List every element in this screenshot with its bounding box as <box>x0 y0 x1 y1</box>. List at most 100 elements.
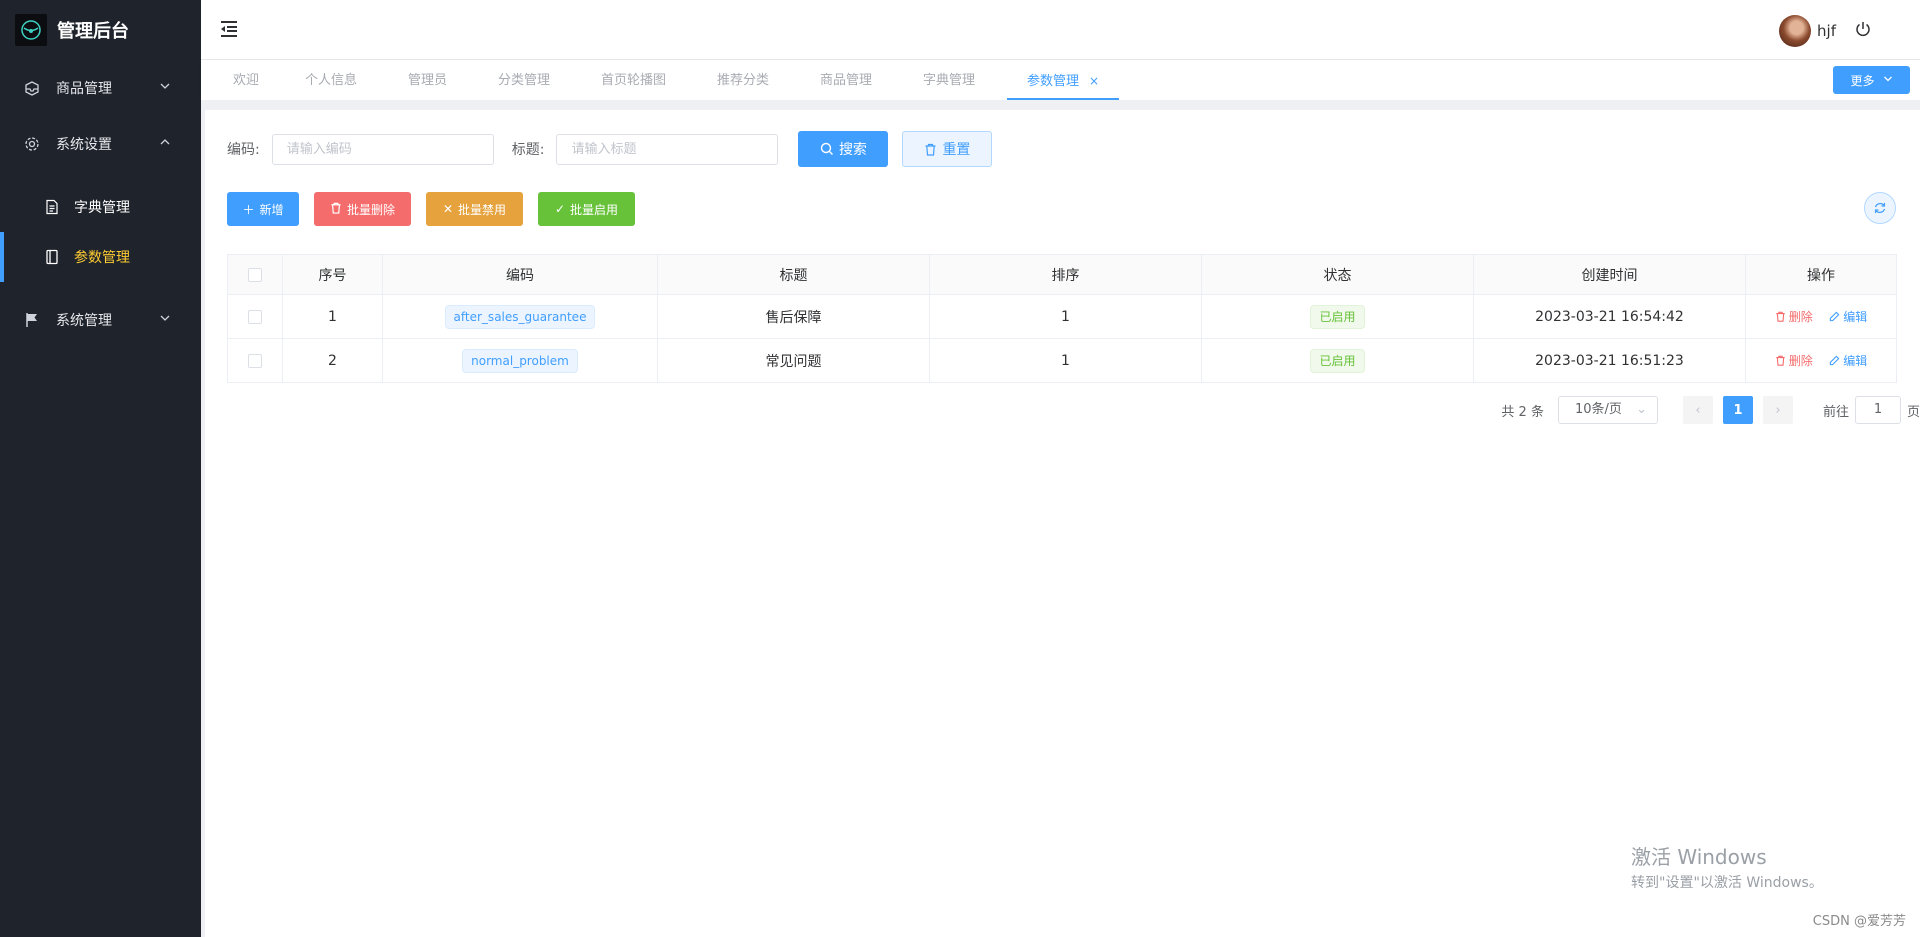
logo-icon <box>15 14 47 46</box>
title-label: 标题: <box>511 142 545 158</box>
table-header-row: 序号 编码 标题 排序 状态 创建时间 操作 <box>227 254 1897 295</box>
column-header: 状态 <box>1201 254 1474 295</box>
cell-created: 2023-03-21 16:51:23 <box>1473 338 1746 383</box>
tab-profile[interactable]: 个人信息 <box>305 60 357 100</box>
main-content: 编码: 请输入编码 标题: 请输入标题 搜索 重置 ＋ 新增 批量删除 ✕ 批量禁用… <box>201 110 1920 937</box>
table-row: 1 after_sales_guarantee 售后保障 1 已启用 2023-… <box>227 294 1897 339</box>
delete-label: 删除 <box>1788 309 1813 324</box>
code-input[interactable]: 请输入编码 <box>271 133 494 165</box>
cell-created: 2023-03-21 16:54:42 <box>1473 294 1746 339</box>
delete-button[interactable]: 删除 <box>1775 352 1813 369</box>
delete-label: 删除 <box>1788 353 1813 368</box>
chevron-down-icon <box>159 312 171 328</box>
batch-disable-label: 批量禁用 <box>458 202 507 217</box>
next-page-button[interactable]: › <box>1762 396 1793 424</box>
code-tag: normal_problem <box>462 348 578 373</box>
user-menu[interactable]: hjf <box>1779 15 1836 47</box>
username[interactable]: hjf <box>1817 22 1836 40</box>
table-row: 2 normal_problem 常见问题 1 已启用 2023-03-21 1… <box>227 338 1897 383</box>
tab-admin[interactable]: 管理员 <box>408 60 447 100</box>
tab-welcome[interactable]: 欢迎 <box>233 60 259 100</box>
tab-category[interactable]: 分类管理 <box>498 60 550 100</box>
edit-icon <box>1830 311 1840 321</box>
pagination-total: 共 2 条 <box>1501 404 1544 420</box>
sidebar: 管理后台 商品管理 系统设置 字典管理 参数管理 系统管理 <box>0 0 201 937</box>
search-form: 编码: 请输入编码 标题: 请输入标题 搜索 重置 <box>227 131 993 167</box>
toolbar: ＋ 新增 批量删除 ✕ 批量禁用 ✓ 批量启用 <box>227 192 650 226</box>
reset-button[interactable]: 重置 <box>902 131 993 167</box>
windows-activation-watermark: 激活 Windows 转到"设置"以激活 Windows。 <box>1631 841 1823 892</box>
chevron-left-icon: ‹ <box>1695 402 1701 418</box>
sidebar-item-system-management[interactable]: 系统管理 <box>0 292 201 348</box>
select-all-checkbox[interactable] <box>248 267 262 282</box>
row-checkbox[interactable] <box>248 309 262 324</box>
watermark-subtitle: 转到"设置"以激活 Windows。 <box>1631 875 1823 891</box>
cell-actions: 删除 编辑 <box>1745 294 1897 339</box>
plus-icon: ＋ <box>242 202 255 217</box>
page-size-select[interactable]: 10条/页 ⌄ <box>1557 396 1658 424</box>
column-header: 标题 <box>657 254 930 295</box>
search-icon <box>820 142 833 155</box>
more-button[interactable]: 更多 <box>1833 66 1910 94</box>
cell-title: 售后保障 <box>657 294 930 339</box>
sidebar-subitem-label: 字典管理 <box>74 200 130 216</box>
sidebar-item-system-settings[interactable]: 系统设置 <box>0 116 201 172</box>
cell-code: normal_problem <box>382 338 658 383</box>
prev-page-button[interactable]: ‹ <box>1682 396 1713 424</box>
submenu-system-settings: 字典管理 参数管理 <box>0 172 201 292</box>
batch-enable-button[interactable]: ✓ 批量启用 <box>538 192 635 226</box>
delete-button[interactable]: 删除 <box>1775 308 1813 325</box>
collapse-menu-icon[interactable] <box>219 19 239 39</box>
check-icon: ✓ <box>554 202 566 216</box>
more-label: 更多 <box>1850 73 1875 88</box>
edit-button[interactable]: 编辑 <box>1829 308 1867 325</box>
tab-goods[interactable]: 商品管理 <box>820 60 872 100</box>
edit-label: 编辑 <box>1843 309 1868 324</box>
avatar[interactable] <box>1779 15 1812 47</box>
sidebar-item-label: 系统设置 <box>56 137 112 153</box>
flag-icon <box>24 312 40 328</box>
page-number[interactable]: 1 <box>1722 396 1753 424</box>
csdn-watermark: CSDN @爱芳芳 <box>1812 914 1906 929</box>
cell-title: 常见问题 <box>657 338 930 383</box>
chevron-down-icon <box>159 80 171 96</box>
tab-carousel[interactable]: 首页轮播图 <box>601 60 666 100</box>
batch-delete-button[interactable]: 批量删除 <box>314 192 411 226</box>
batch-enable-label: 批量启用 <box>570 202 619 217</box>
sidebar-subitem-params[interactable]: 参数管理 <box>0 232 201 282</box>
search-button[interactable]: 搜索 <box>798 131 889 167</box>
sidebar-item-goods[interactable]: 商品管理 <box>0 60 201 116</box>
tab-label: 参数管理 <box>1027 74 1080 89</box>
code-tag: after_sales_guarantee <box>444 304 596 329</box>
box-icon <box>24 80 40 96</box>
batch-delete-label: 批量删除 <box>346 202 395 217</box>
row-checkbox[interactable] <box>248 353 262 368</box>
logo-area[interactable]: 管理后台 <box>0 0 201 60</box>
sidebar-item-label: 系统管理 <box>56 313 112 329</box>
status-badge: 已启用 <box>1310 304 1365 329</box>
trash-icon <box>330 202 342 217</box>
close-icon[interactable]: × <box>1089 74 1099 88</box>
chevron-up-icon <box>159 136 171 152</box>
goto-suffix: 页 <box>1906 404 1920 420</box>
cell-status: 已启用 <box>1201 294 1474 339</box>
gear-icon <box>24 136 40 152</box>
goto-prefix: 前往 <box>1822 404 1849 420</box>
tab-recommend[interactable]: 推荐分类 <box>717 60 769 100</box>
goto-input[interactable]: 1 <box>1854 396 1901 424</box>
add-button[interactable]: ＋ 新增 <box>227 192 299 226</box>
tab-params[interactable]: 参数管理 × <box>1007 60 1120 100</box>
edit-button[interactable]: 编辑 <box>1829 352 1867 369</box>
refresh-button[interactable] <box>1864 192 1896 224</box>
power-icon[interactable] <box>1854 20 1872 38</box>
pagination: 共 2 条 10条/页 ⌄ ‹ 1 › 前往 1 页 <box>1501 396 1920 424</box>
batch-disable-button[interactable]: ✕ 批量禁用 <box>426 192 523 226</box>
watermark-title: 激活 Windows <box>1631 845 1767 869</box>
column-header: 编码 <box>382 254 658 295</box>
column-header: 排序 <box>929 254 1202 295</box>
title-input[interactable]: 请输入标题 <box>556 133 779 165</box>
tab-dictionary[interactable]: 字典管理 <box>923 60 975 100</box>
edit-label: 编辑 <box>1843 353 1868 368</box>
sidebar-subitem-dictionary[interactable]: 字典管理 <box>0 182 201 232</box>
cell-sort: 1 <box>929 294 1202 339</box>
